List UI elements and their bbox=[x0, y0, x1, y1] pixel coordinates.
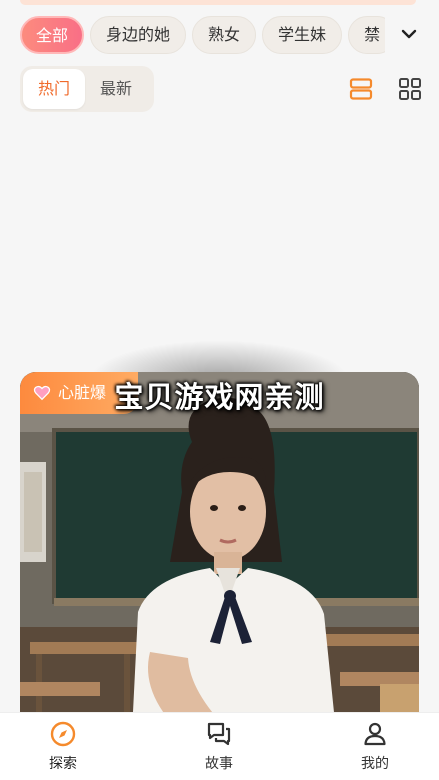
category-chip-all[interactable]: 全部 bbox=[20, 16, 85, 54]
nav-explore[interactable]: 探索 bbox=[23, 721, 103, 773]
category-chip-mature[interactable]: 熟女 bbox=[192, 16, 257, 54]
category-chip-student[interactable]: 学生妹 bbox=[262, 16, 343, 54]
nav-mine[interactable]: 我的 bbox=[335, 721, 415, 773]
category-chip-list: 全部 身边的她 熟女 学生妹禁 bbox=[20, 16, 385, 54]
person-icon bbox=[364, 722, 386, 746]
category-chip-nearby[interactable]: 身边的她 bbox=[90, 16, 187, 54]
list-view-icon[interactable] bbox=[349, 77, 373, 101]
compass-icon bbox=[50, 721, 76, 747]
sort-toggle: 热门 最新 bbox=[20, 66, 154, 112]
nav-explore-label: 探索 bbox=[49, 756, 77, 772]
nav-mine-label: 我的 bbox=[361, 756, 389, 772]
character-card[interactable]: 心脏爆 bbox=[20, 372, 419, 732]
category-chip-more[interactable]: 禁 bbox=[348, 16, 385, 54]
category-bar: 全部 身边的她 熟女 学生妹禁 bbox=[0, 14, 439, 56]
watermark-text: 宝贝游戏网亲测 bbox=[114, 380, 325, 414]
chevron-down-icon[interactable] bbox=[399, 24, 419, 44]
grid-view-icon[interactable] bbox=[398, 77, 422, 101]
tab-hot[interactable]: 热门 bbox=[23, 69, 85, 109]
top-banner-edge bbox=[20, 0, 416, 5]
chat-bubbles-icon bbox=[207, 722, 231, 746]
tab-latest[interactable]: 最新 bbox=[85, 69, 147, 109]
nav-story-label: 故事 bbox=[205, 756, 233, 772]
girl-in-classroom-photo bbox=[20, 372, 419, 732]
nav-story[interactable]: 故事 bbox=[179, 721, 259, 773]
bottom-navigation: 探索 故事 我的 bbox=[0, 712, 439, 780]
